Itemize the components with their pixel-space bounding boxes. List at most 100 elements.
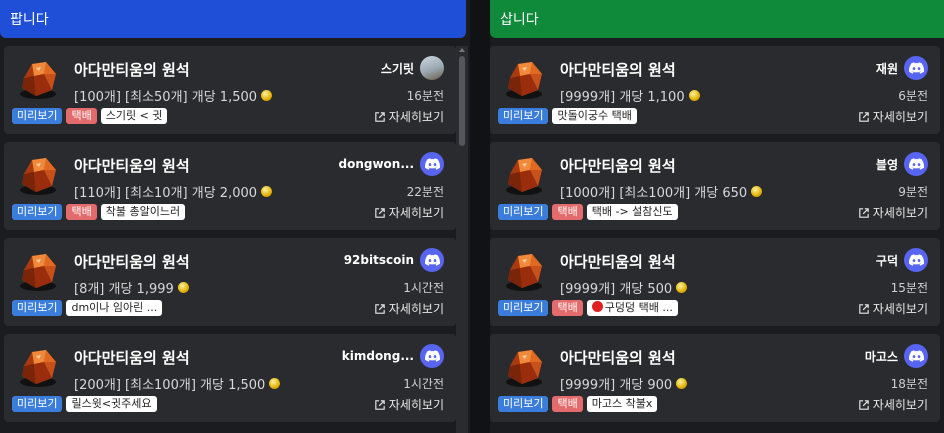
- delivery-tag: 택배: [552, 396, 583, 412]
- tag-row: 미리보기 택배 마고스 착불x: [498, 396, 658, 412]
- listing-card[interactable]: 아다만티움의 원석 [9999개] 개당 1,100 재원 6분전 미리보기 맛…: [490, 46, 940, 134]
- seller-info[interactable]: 마고스: [865, 344, 928, 368]
- preview-tag[interactable]: 미리보기: [498, 204, 549, 220]
- posted-time: 1시간전: [403, 281, 444, 295]
- preview-tag[interactable]: 미리보기: [498, 396, 549, 412]
- seller-info[interactable]: 재원: [876, 56, 928, 80]
- discord-icon: [908, 350, 924, 362]
- seller-info[interactable]: 구덕: [876, 248, 928, 272]
- note-tag: 릴스윗<귓주세요: [66, 396, 157, 412]
- detail-link[interactable]: 자세히보기: [859, 204, 928, 221]
- coin-icon: [269, 378, 281, 389]
- detail-link-label: 자세히보기: [388, 302, 444, 316]
- note-tag: 착불 총알이느러: [100, 204, 186, 220]
- discord-icon: [424, 254, 440, 266]
- preview-tag[interactable]: 미리보기: [498, 300, 549, 316]
- note-tag: 택배 -> 설참신도: [586, 204, 678, 220]
- adamantium-ore-icon: [506, 62, 542, 99]
- preview-tag[interactable]: 미리보기: [12, 204, 63, 220]
- note-tag: 스기릿 < 귓: [100, 108, 168, 124]
- listing-card[interactable]: 아다만티움의 원석 [100개] [최소50개] 개당 1,500 스기릿 16…: [4, 46, 456, 134]
- username: 블영: [875, 157, 898, 172]
- buy-column: 삽니다 아다만티움의 원석 [9999개] 개당 1,100 재원 6분전 미리…: [490, 0, 944, 433]
- item-title: 아다만티움의 원석: [74, 253, 190, 271]
- note-tag: 맛돌이궁수 택배: [552, 108, 637, 124]
- item-title: 아다만티움의 원석: [560, 157, 676, 175]
- external-link-icon: [859, 303, 869, 314]
- scroll-thumb[interactable]: [459, 56, 465, 146]
- detail-link[interactable]: 자세히보기: [375, 108, 444, 125]
- red-circle-icon: [591, 301, 603, 312]
- item-description: [8개] 개당 1,999: [74, 278, 189, 297]
- seller-info[interactable]: kimdong...: [342, 344, 444, 368]
- preview-tag[interactable]: 미리보기: [12, 300, 63, 316]
- seller-info[interactable]: 블영: [876, 152, 928, 176]
- listing-card[interactable]: 아다만티움의 원석 [9999개] 개당 900 마고스 18분전 미리보기 택…: [490, 334, 940, 422]
- seller-info[interactable]: 스기릿: [381, 56, 444, 80]
- item-title: 아다만티움의 원석: [560, 349, 676, 367]
- preview-tag[interactable]: 미리보기: [12, 396, 63, 412]
- avatar: [904, 152, 928, 176]
- listing-card[interactable]: 아다만티움의 원석 [200개] [최소100개] 개당 1,500 kimdo…: [4, 334, 456, 422]
- listing-card[interactable]: 아다만티움의 원석 [1000개] [최소100개] 개당 650 블영 9분전…: [490, 142, 940, 230]
- tag-row: 미리보기 택배 구덩덩 택배 ...: [498, 300, 678, 316]
- adamantium-ore-icon: [20, 254, 56, 291]
- avatar: [420, 152, 444, 176]
- item-desc-text: [9999개] 개당 500: [560, 282, 673, 297]
- adamantium-ore-icon: [506, 158, 542, 195]
- listing-card[interactable]: 아다만티움의 원석 [9999개] 개당 500 구덕 15분전 미리보기 택배…: [490, 238, 940, 326]
- avatar: [904, 56, 928, 80]
- detail-link[interactable]: 자세히보기: [375, 204, 444, 221]
- detail-link-label: 자세히보기: [388, 110, 444, 124]
- delivery-tag: 택배: [552, 300, 583, 316]
- seller-info[interactable]: 92bitscoin: [344, 248, 444, 272]
- coin-icon: [676, 282, 688, 293]
- detail-link[interactable]: 자세히보기: [375, 396, 444, 413]
- sell-column: 팝니다 아다만티움의 원석 [100개] [최소50개] 개당 1,500 스기…: [0, 0, 470, 433]
- coin-icon: [751, 186, 763, 197]
- tag-row: 미리보기 dm이나 임아린 ...: [12, 300, 163, 316]
- detail-link[interactable]: 자세히보기: [859, 396, 928, 413]
- username: kimdong...: [341, 349, 414, 363]
- discord-icon: [908, 254, 924, 266]
- avatar: [420, 248, 444, 272]
- sell-scrollbar[interactable]: [456, 46, 468, 433]
- tag-row: 미리보기 택배 택배 -> 설참신도: [498, 204, 678, 220]
- buy-list: 아다만티움의 원석 [9999개] 개당 1,100 재원 6분전 미리보기 맛…: [490, 46, 940, 430]
- external-link-icon: [375, 111, 385, 122]
- discord-icon: [424, 350, 440, 362]
- tag-row: 미리보기 택배 스기릿 < 귓: [12, 108, 168, 124]
- discord-icon: [908, 158, 924, 170]
- discord-icon: [908, 62, 924, 74]
- delivery-tag: 택배: [66, 108, 97, 124]
- username: 구덕: [875, 253, 898, 268]
- external-link-icon: [859, 207, 869, 218]
- adamantium-ore-icon: [20, 158, 56, 195]
- external-link-icon: [859, 111, 869, 122]
- username: dongwon...: [338, 157, 414, 171]
- item-title: 아다만티움의 원석: [74, 349, 190, 367]
- note-text: 구덩덩 택배 ...: [604, 301, 673, 314]
- posted-time: 1시간전: [403, 377, 444, 391]
- scroll-up-arrow-icon[interactable]: [459, 48, 465, 52]
- detail-link-label: 자세히보기: [872, 302, 928, 316]
- detail-link-label: 자세히보기: [872, 206, 928, 220]
- preview-tag[interactable]: 미리보기: [498, 108, 549, 124]
- preview-tag[interactable]: 미리보기: [12, 108, 63, 124]
- adamantium-ore-icon: [20, 350, 56, 387]
- detail-link[interactable]: 자세히보기: [859, 300, 928, 317]
- tag-row: 미리보기 릴스윗<귓주세요: [12, 396, 157, 412]
- posted-time: 18분전: [890, 377, 928, 391]
- sell-list: 아다만티움의 원석 [100개] [최소50개] 개당 1,500 스기릿 16…: [4, 46, 456, 430]
- item-description: [110개] [최소10개] 개당 2,000: [74, 182, 273, 201]
- detail-link[interactable]: 자세히보기: [859, 108, 928, 125]
- detail-link[interactable]: 자세히보기: [375, 300, 444, 317]
- seller-info[interactable]: dongwon...: [338, 152, 444, 176]
- sell-header: 팝니다: [0, 0, 466, 38]
- listing-card[interactable]: 아다만티움의 원석 [110개] [최소10개] 개당 2,000 dongwo…: [4, 142, 456, 230]
- item-description: [9999개] 개당 1,100: [560, 86, 700, 105]
- external-link-icon: [375, 399, 385, 410]
- item-desc-text: [200개] [최소100개] 개당 1,500: [74, 378, 266, 393]
- listing-card[interactable]: 아다만티움의 원석 [8개] 개당 1,999 92bitscoin 1시간전 …: [4, 238, 456, 326]
- item-desc-text: [8개] 개당 1,999: [74, 282, 174, 297]
